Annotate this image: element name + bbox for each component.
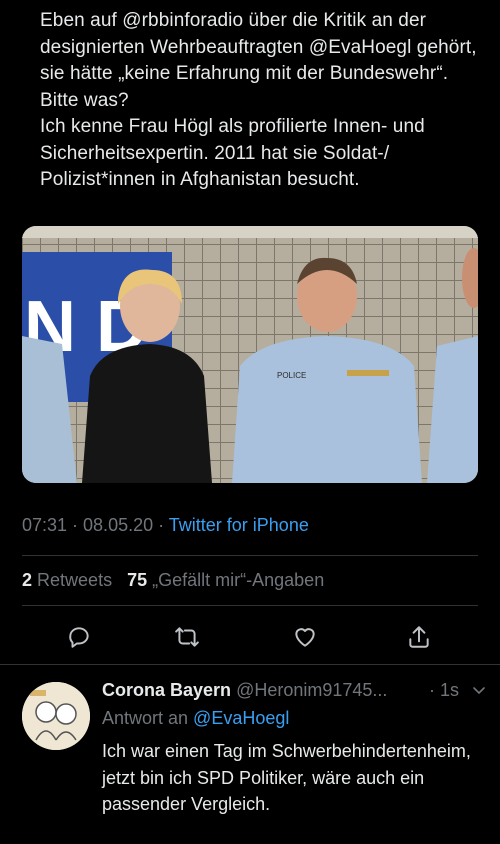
likes-stat[interactable]: 75 „Gefällt mir“-Angaben	[127, 570, 324, 590]
reply-time: · 1s	[428, 680, 459, 700]
share-button[interactable]	[402, 620, 436, 654]
retweet-button[interactable]	[170, 620, 204, 654]
tweet-text: Eben auf @rbbinforadio über die Kritik a…	[40, 10, 477, 190]
more-button[interactable]	[471, 682, 487, 703]
reply-to-prefix: Antwort an	[102, 708, 194, 728]
heart-icon	[295, 628, 315, 647]
tweet-actions	[22, 620, 478, 654]
tweet-photo[interactable]: N D POLICE	[22, 226, 478, 483]
divider	[0, 664, 500, 665]
divider	[22, 605, 478, 606]
avatar[interactable]	[22, 682, 90, 750]
police-badge-text: POLICE	[277, 371, 306, 380]
divider	[22, 555, 478, 556]
reply-to-mention[interactable]: @EvaHoegl	[193, 708, 289, 728]
reply-author-name[interactable]: Corona Bayern	[102, 680, 231, 700]
likes-count: 75	[127, 570, 148, 590]
photo-illustration: N D POLICE	[22, 226, 478, 483]
retweets-count: 2	[22, 570, 33, 590]
tweet-timestamp: 07:31 · 08.05.20 · Twitter for iPhone	[22, 515, 309, 536]
retweets-label: Retweets	[37, 570, 113, 590]
reply-icon	[69, 627, 89, 648]
chevron-down-icon	[473, 687, 485, 695]
reply-header: Corona Bayern @Heronim91745... · 1s	[102, 680, 487, 701]
tweet-time: 07:31 · 08.05.20 ·	[22, 515, 169, 535]
tweet-source-link[interactable]: Twitter for iPhone	[169, 515, 309, 535]
like-button[interactable]	[288, 620, 322, 654]
reply-text: Ich war einen Tag im Schwerbehindertenhe…	[102, 741, 471, 814]
likes-label: „Gefällt mir“-Angaben	[152, 570, 325, 590]
retweets-stat[interactable]: 2 Retweets	[22, 570, 112, 590]
reply-button[interactable]	[62, 620, 96, 654]
reply-author-handle[interactable]: @Heronim91745...	[236, 680, 387, 700]
share-icon	[409, 626, 429, 648]
reply-tweet[interactable]: Corona Bayern @Heronim91745... · 1s Antw…	[0, 666, 500, 844]
retweet-icon	[175, 627, 199, 647]
reply-context: Antwort an @EvaHoegl	[102, 708, 289, 729]
tweet-stats: 2 Retweets 75 „Gefällt mir“-Angaben	[22, 570, 324, 591]
avatar-image	[22, 682, 90, 750]
